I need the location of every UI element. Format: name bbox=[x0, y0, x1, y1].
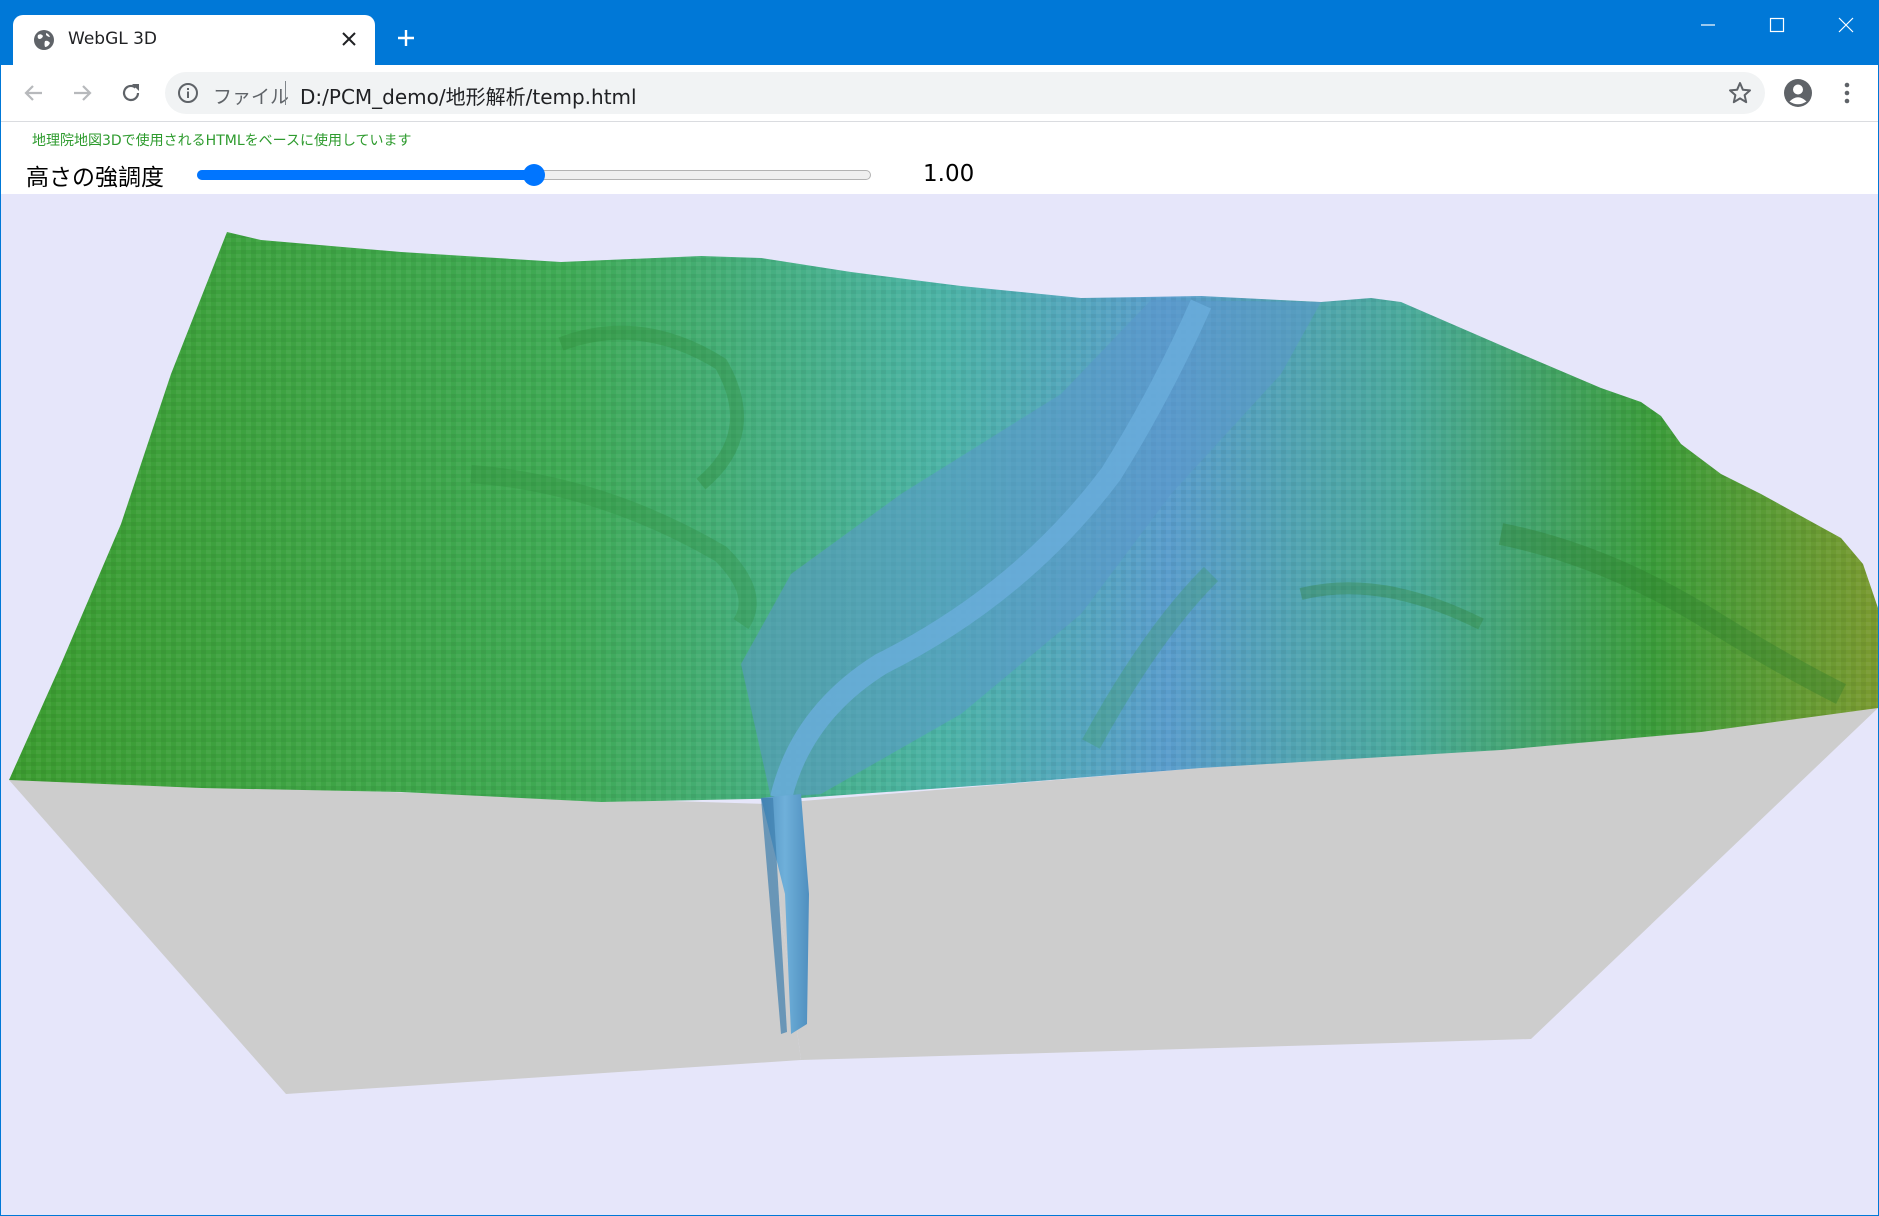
more-vert-icon bbox=[1844, 82, 1850, 104]
slider-fill bbox=[197, 170, 534, 180]
menu-button[interactable] bbox=[1829, 75, 1865, 111]
close-icon bbox=[1838, 17, 1854, 33]
address-bar[interactable]: ファイル D:/PCM_demo/地形解析/temp.html bbox=[165, 72, 1765, 114]
back-button[interactable] bbox=[16, 75, 52, 111]
info-icon[interactable] bbox=[177, 82, 199, 104]
forward-button[interactable] bbox=[64, 75, 100, 111]
page-content: 地理院地図3Dで使用されるHTMLをベースに使用しています 高さの強調度 1.0… bbox=[1, 122, 1878, 1215]
title-bar: WebGL 3D bbox=[1, 1, 1878, 65]
url-separator bbox=[285, 81, 286, 105]
tab-webgl-3d[interactable]: WebGL 3D bbox=[13, 15, 375, 65]
star-icon[interactable] bbox=[1727, 80, 1753, 106]
height-exaggeration-slider[interactable] bbox=[197, 162, 871, 186]
base-notice-text: 地理院地図3Dで使用されるHTMLをベースに使用しています bbox=[32, 133, 412, 149]
arrow-left-icon bbox=[24, 85, 42, 101]
minimize-button[interactable] bbox=[1678, 5, 1738, 45]
page-header: 地理院地図3Dで使用されるHTMLをベースに使用しています 高さの強調度 1.0… bbox=[1, 122, 1878, 194]
reload-button[interactable] bbox=[113, 75, 149, 111]
browser-window: WebGL 3D ファイル D:/PCM_demo/地形解析/temp.html… bbox=[0, 0, 1879, 1216]
profile-button[interactable] bbox=[1780, 75, 1816, 111]
new-tab-button[interactable] bbox=[391, 23, 421, 53]
height-exaggeration-value: 1.00 bbox=[923, 161, 975, 187]
terrain-3d-canvas[interactable] bbox=[1, 194, 1878, 1215]
terrain-side-wall-left bbox=[9, 780, 801, 1094]
arrow-right-icon bbox=[74, 85, 92, 101]
reload-icon bbox=[122, 84, 140, 102]
globe-icon bbox=[34, 30, 54, 50]
tab-close-button[interactable] bbox=[335, 25, 363, 53]
url-text[interactable]: D:/PCM_demo/地形解析/temp.html bbox=[300, 81, 637, 110]
maximize-icon bbox=[1769, 17, 1785, 33]
plus-icon bbox=[398, 30, 414, 46]
url-scheme-label: ファイル bbox=[213, 86, 290, 108]
tab-title: WebGL 3D bbox=[68, 29, 158, 49]
close-icon bbox=[342, 32, 356, 46]
account-icon bbox=[1784, 79, 1812, 107]
height-exaggeration-label: 高さの強調度 bbox=[26, 165, 164, 191]
slider-thumb[interactable] bbox=[523, 164, 545, 186]
maximize-button[interactable] bbox=[1747, 5, 1807, 45]
window-close-button[interactable] bbox=[1816, 5, 1876, 45]
browser-toolbar: ファイル D:/PCM_demo/地形解析/temp.html bbox=[1, 65, 1878, 122]
minimize-icon bbox=[1701, 24, 1715, 26]
